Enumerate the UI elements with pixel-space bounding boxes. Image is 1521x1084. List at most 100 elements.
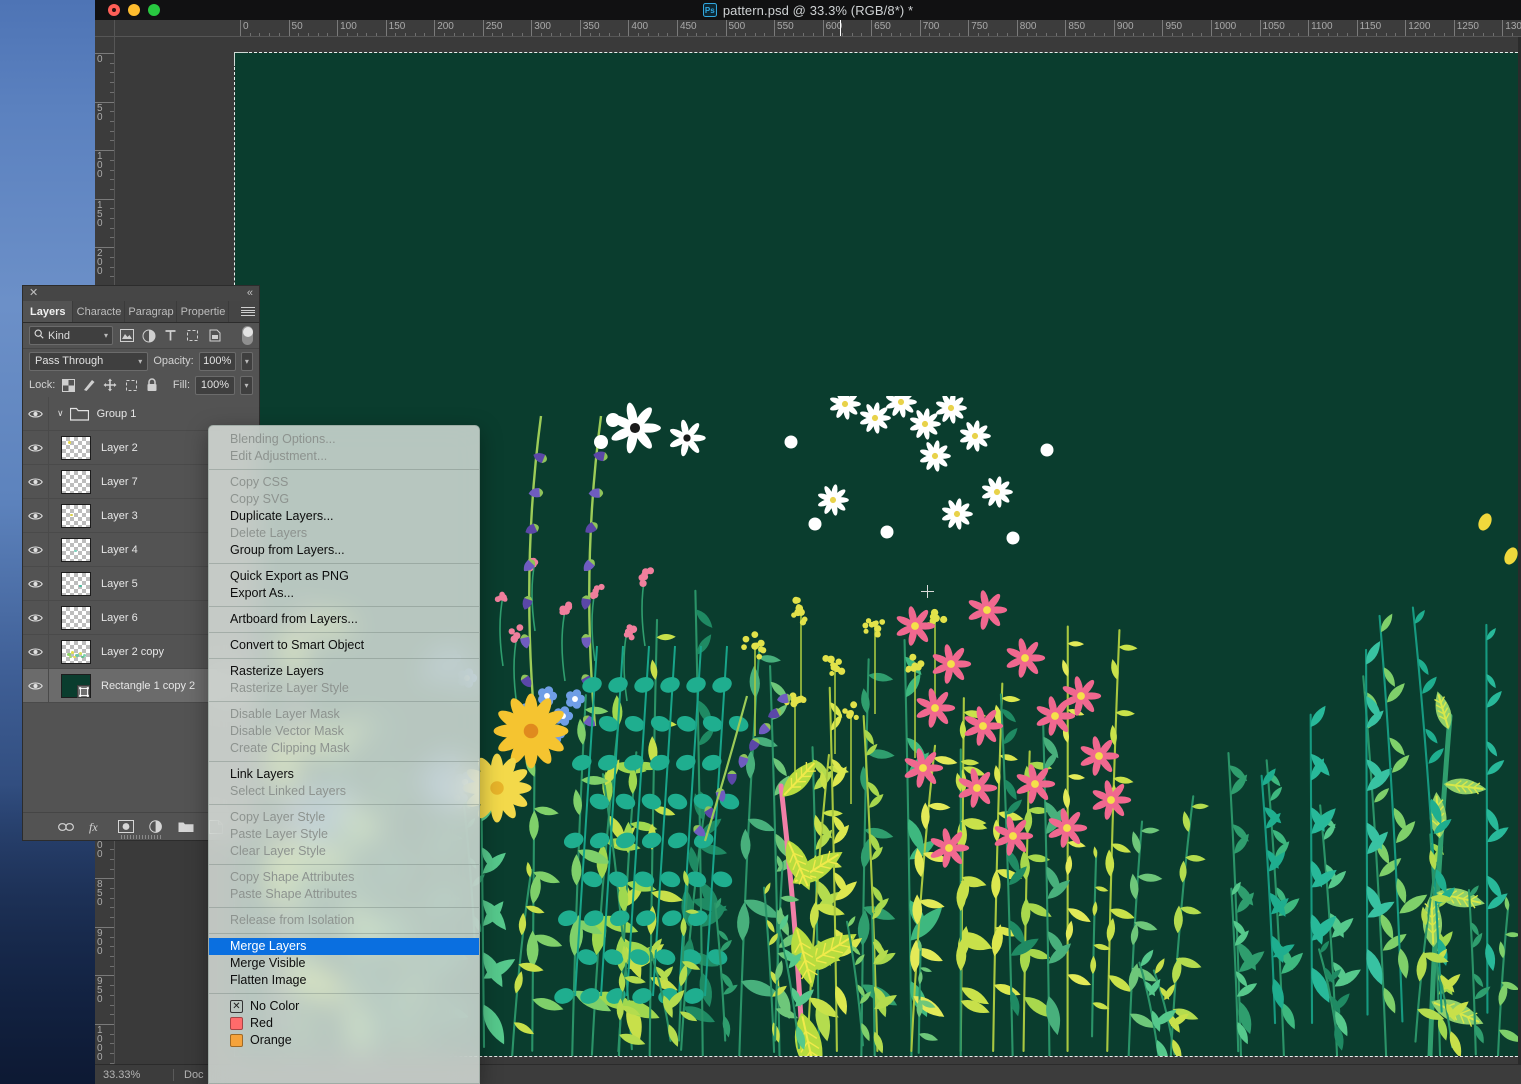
layer-thumbnail[interactable] (61, 469, 91, 494)
ruler-minor-tick (832, 33, 834, 36)
menu-item-quick-export-as-png[interactable]: Quick Export as PNG (209, 568, 479, 585)
new-adjustment-layer-icon[interactable] (148, 819, 164, 835)
ruler-label: 700 (922, 21, 940, 32)
layer-thumbnail[interactable] (61, 639, 91, 664)
group-disclosure-arrow[interactable]: ∨ (57, 408, 64, 419)
ruler-minor-tick (715, 33, 717, 36)
layer-context-menu[interactable]: Blending Options... Edit Adjustment... Cop… (208, 425, 480, 1084)
adjustment-filter-icon[interactable] (140, 327, 157, 344)
blend-mode-select[interactable]: Pass Through ▾ (29, 351, 149, 371)
layer-name-label[interactable]: Layer 6 (101, 612, 138, 624)
menu-item-merge-layers[interactable]: Merge Layers (209, 938, 479, 955)
panel-topbar: ✕ « (23, 286, 259, 301)
ruler-minor-tick (958, 33, 960, 36)
menu-item-merge-visible[interactable]: Merge Visible (209, 955, 479, 972)
fill-stepper-icon[interactable]: ▾ (240, 375, 253, 395)
lock-all-icon[interactable] (144, 377, 160, 393)
ruler-minor-tick (909, 33, 911, 36)
collapse-panel-icon[interactable]: « (247, 287, 253, 300)
layer-name-label[interactable]: Layer 2 copy (101, 646, 164, 658)
layer-name-label[interactable]: Layer 4 (101, 544, 138, 556)
layer-thumbnail[interactable] (61, 605, 91, 630)
layer-name-label[interactable]: Layer 2 (101, 442, 138, 454)
layer-visibility-toggle[interactable] (23, 397, 49, 430)
transform-handle-top-left[interactable] (234, 52, 248, 66)
panel-resize-grip[interactable] (121, 835, 161, 839)
ruler-minor-tick (110, 917, 114, 919)
ruler-cursor-indicator (840, 20, 841, 36)
layer-visibility-toggle[interactable] (23, 499, 49, 532)
minimize-button[interactable] (128, 4, 140, 16)
layer-thumbnail[interactable] (61, 537, 91, 562)
layer-visibility-toggle[interactable] (23, 635, 49, 668)
type-filter-icon[interactable] (162, 327, 179, 344)
ruler-minor-tick (443, 33, 445, 36)
layer-visibility-toggle[interactable] (23, 431, 49, 464)
panel-tab-characte[interactable]: Characte (73, 301, 126, 322)
lock-image-pixels-icon[interactable] (81, 377, 97, 393)
menu-item-duplicate-layers[interactable]: Duplicate Layers... (209, 508, 479, 525)
add-layer-mask-icon[interactable] (118, 819, 134, 835)
layer-style-fx-icon[interactable]: fx (88, 819, 104, 835)
layer-visibility-toggle[interactable] (23, 567, 49, 600)
layer-visibility-toggle[interactable] (23, 533, 49, 566)
document-info-text[interactable]: Doc (174, 1069, 204, 1081)
panel-tab-layers[interactable]: Layers (23, 301, 74, 322)
opacity-input[interactable]: 100% (198, 351, 236, 371)
close-button[interactable] (108, 4, 120, 16)
fill-input[interactable]: 100% (195, 375, 235, 395)
layer-name-label[interactable]: Group 1 (97, 408, 137, 420)
pixel-filter-icon[interactable] (118, 327, 135, 344)
horizontal-ruler[interactable]: 0 50 100 150 200 250 300 350 400 450 500 550 600 650 7… (115, 20, 1521, 37)
filter-enable-toggle[interactable] (242, 326, 253, 345)
menu-item-no-color[interactable]: ✕ No Color (209, 998, 479, 1015)
menu-item-orange[interactable]: Orange (209, 1032, 479, 1049)
window-controls[interactable] (108, 0, 160, 20)
layer-name-label[interactable]: Layer 3 (101, 510, 138, 522)
smart-object-filter-icon[interactable] (206, 327, 223, 344)
menu-item-artboard-from-layers[interactable]: Artboard from Layers... (209, 611, 479, 628)
ruler-minor-tick (110, 159, 114, 161)
thumbnail-content-dot (69, 655, 72, 659)
layer-visibility-toggle[interactable] (23, 465, 49, 498)
vector-mask-thumbnail[interactable] (77, 685, 90, 698)
layer-thumbnail[interactable] (61, 435, 91, 460)
zoom-button[interactable] (148, 4, 160, 16)
ruler-minor-tick (1492, 33, 1494, 36)
shape-filter-icon[interactable] (184, 327, 201, 344)
layer-thumbnail[interactable] (61, 503, 91, 528)
layer-name-label[interactable]: Layer 5 (101, 578, 138, 590)
opacity-stepper-icon[interactable]: ▾ (240, 351, 253, 371)
panel-menu-icon[interactable] (241, 305, 255, 318)
panel-tab-bar[interactable]: Layers Characte Paragrap Propertie (23, 301, 259, 323)
thumbnail-content-dot (70, 513, 73, 517)
filter-kind-select[interactable]: Kind ▾ (29, 326, 113, 345)
menu-item-flatten-image[interactable]: Flatten Image (209, 972, 479, 989)
menu-item-convert-to-smart-object[interactable]: Convert to Smart Object (209, 637, 479, 654)
new-group-icon[interactable] (178, 819, 194, 835)
ruler-minor-tick (570, 33, 572, 36)
menu-item-group-from-layers[interactable]: Group from Layers... (209, 542, 479, 559)
layer-thumbnail[interactable] (61, 571, 91, 596)
zoom-level-field[interactable]: 33.33% (95, 1069, 173, 1081)
layer-name-label[interactable]: Layer 7 (101, 476, 138, 488)
layer-name-label[interactable]: Rectangle 1 copy 2 (101, 680, 195, 692)
lock-position-icon[interactable] (102, 377, 118, 393)
menu-item-red[interactable]: Red (209, 1015, 479, 1032)
layer-visibility-toggle[interactable] (23, 601, 49, 634)
close-icon[interactable]: ✕ (29, 287, 38, 300)
lock-row[interactable]: Lock: Fill: 100% ▾ (23, 373, 259, 397)
blend-mode-row[interactable]: Pass Through ▾ Opacity: 100% ▾ (23, 349, 259, 373)
ruler-label: 1200 (1408, 21, 1431, 32)
lock-artboard-nesting-icon[interactable] (123, 377, 139, 393)
menu-item-link-layers[interactable]: Link Layers (209, 766, 479, 783)
panel-tab-propertie[interactable]: Propertie (177, 301, 230, 322)
layer-filter-row[interactable]: Kind ▾ (23, 323, 259, 349)
panel-tab-paragrap[interactable]: Paragrap (125, 301, 178, 322)
ruler-minor-tick (1317, 33, 1319, 36)
menu-item-export-as[interactable]: Export As... (209, 585, 479, 602)
menu-item-rasterize-layers[interactable]: Rasterize Layers (209, 663, 479, 680)
link-layers-icon[interactable] (58, 819, 74, 835)
layer-visibility-toggle[interactable] (23, 669, 49, 702)
lock-transparent-pixels-icon[interactable] (60, 377, 76, 393)
